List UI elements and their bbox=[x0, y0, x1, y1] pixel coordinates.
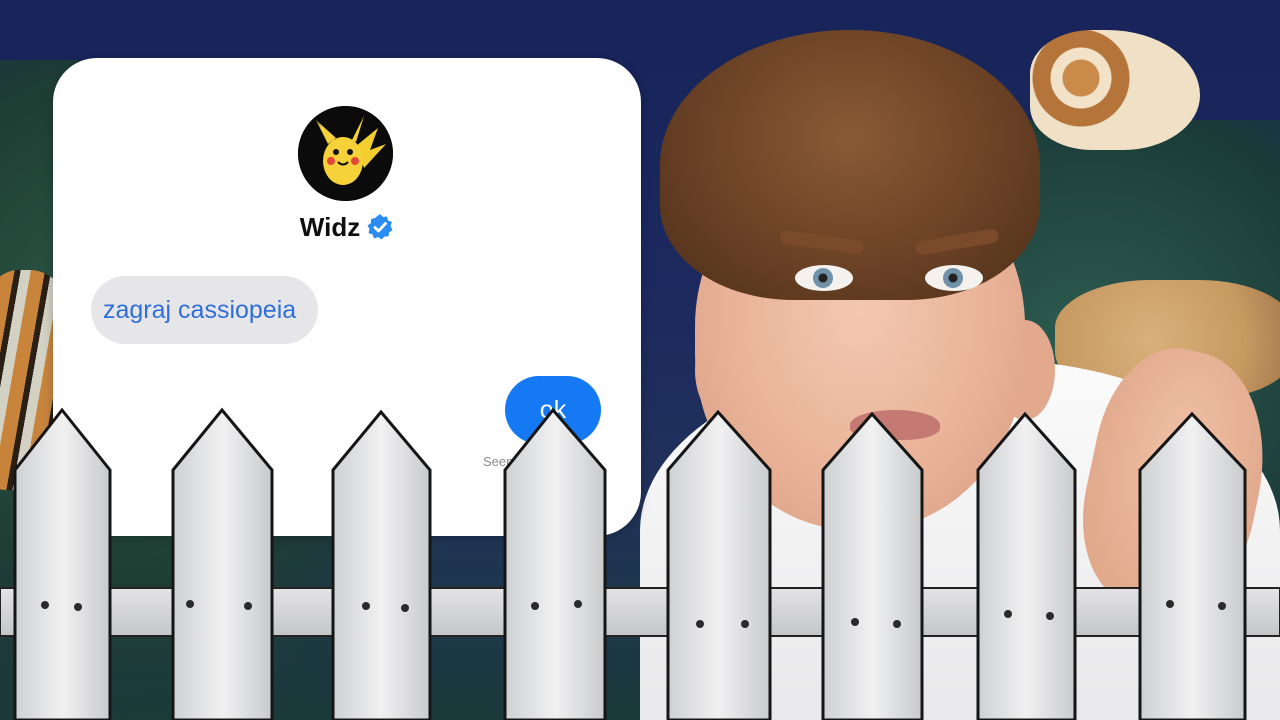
fence-picket bbox=[503, 407, 607, 720]
thumbnail-scene: Widz zagraj cassiopeia ok Seen bbox=[0, 0, 1280, 720]
fence-picket bbox=[331, 409, 432, 720]
fence-picket bbox=[1138, 411, 1247, 720]
fence-picket bbox=[821, 411, 924, 720]
fence-picket bbox=[171, 407, 274, 720]
fence-picket bbox=[13, 407, 112, 720]
white-picket-fence bbox=[0, 407, 1280, 720]
fence-picket bbox=[666, 409, 772, 720]
fence-picket bbox=[976, 411, 1077, 720]
